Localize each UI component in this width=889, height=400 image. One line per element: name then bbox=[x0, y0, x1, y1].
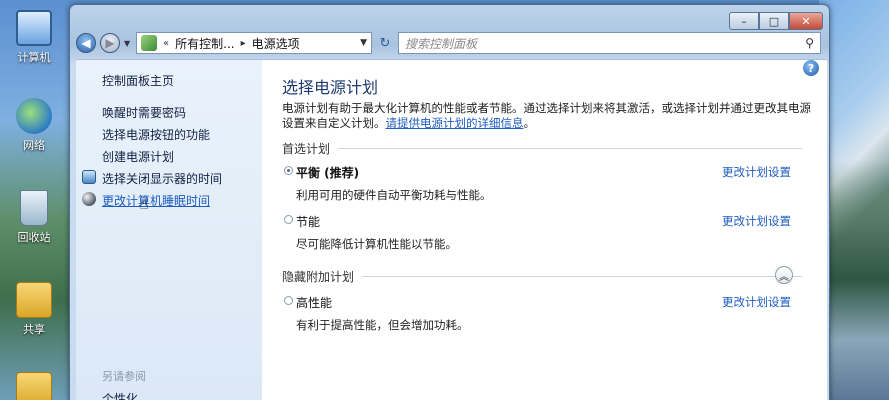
sidebar-item-sleep-time[interactable]: 更改计算机睡眠时间 bbox=[102, 192, 210, 209]
desktop-icon-label: 共享 bbox=[23, 323, 45, 336]
plan-high-performance: 高性能 有利于提高性能，但会增加功耗。 bbox=[284, 294, 469, 333]
collapse-button[interactable]: ︽ bbox=[775, 266, 793, 284]
desktop-icon-folder[interactable] bbox=[6, 372, 62, 400]
radio-high-performance[interactable] bbox=[284, 296, 293, 305]
page-description: 电源计划有助于最大化计算机的性能或者节能。通过选择计划来将其激活，或选择计划并通… bbox=[282, 101, 812, 131]
back-button[interactable]: ◀ bbox=[76, 33, 96, 53]
change-plan-settings-high-performance[interactable]: 更改计划设置 bbox=[722, 294, 791, 310]
history-dropdown-icon[interactable]: ▼ bbox=[124, 39, 132, 48]
description-end: 。 bbox=[523, 116, 536, 130]
sidebar-item-power-buttons[interactable]: 选择电源按钮的功能 bbox=[102, 126, 210, 143]
change-plan-settings-balanced[interactable]: 更改计划设置 bbox=[722, 164, 791, 180]
sidebar-item-personalization[interactable]: 个性化 bbox=[102, 390, 138, 400]
breadcrumb-overflow[interactable]: « bbox=[163, 38, 169, 49]
search-icon[interactable]: ⚲ bbox=[805, 36, 814, 50]
computer-icon bbox=[16, 10, 52, 46]
address-row: ◀ ▶ ▼ « 所有控制... ▸ 电源选项 ▼ ↻ 搜索控制面板 ⚲ bbox=[76, 31, 821, 55]
search-placeholder: 搜索控制面板 bbox=[405, 36, 478, 51]
radio-balanced[interactable] bbox=[284, 166, 293, 175]
breadcrumb-separator[interactable]: ▸ bbox=[241, 38, 246, 49]
plan-description: 利用可用的硬件自动平衡功耗与性能。 bbox=[296, 188, 492, 202]
plan-name[interactable]: 平衡 (推荐) bbox=[296, 164, 492, 181]
caption-buttons: – □ ✕ bbox=[729, 12, 823, 30]
hidden-plans-heading: 隐藏附加计划 bbox=[282, 268, 802, 285]
desktop-icon-label: 回收站 bbox=[17, 231, 51, 244]
radio-power-saver[interactable] bbox=[284, 215, 293, 224]
shared-folder-icon bbox=[16, 282, 52, 318]
folder-icon bbox=[16, 372, 52, 400]
desktop-icon-network[interactable]: 网络 bbox=[6, 98, 62, 153]
plan-info-link[interactable]: 请提供电源计划的详细信息 bbox=[386, 116, 524, 130]
sidebar-home-link[interactable]: 控制面板主页 bbox=[102, 72, 174, 89]
preferred-plans-label: 首选计划 bbox=[282, 142, 331, 156]
hand-cursor-icon: ☝ bbox=[139, 194, 149, 213]
page-title: 选择电源计划 bbox=[282, 78, 379, 97]
divider bbox=[362, 276, 802, 277]
network-icon bbox=[16, 98, 52, 134]
help-icon[interactable]: ? bbox=[803, 60, 819, 76]
plan-name[interactable]: 高性能 bbox=[296, 294, 469, 311]
control-panel-icon bbox=[141, 35, 157, 51]
change-plan-settings-power-saver[interactable]: 更改计划设置 bbox=[722, 213, 791, 229]
sidebar-item-display-off[interactable]: 选择关闭显示器的时间 bbox=[102, 170, 222, 187]
description-text: 电源计划有助于最大化计算机的性能或者节能。通过选择计划来将其激活，或选择计划并通… bbox=[282, 101, 811, 130]
sidebar: 控制面板主页 唤醒时需要密码 选择电源按钮的功能 创建电源计划 选择关闭显示器的… bbox=[76, 59, 262, 400]
forward-button[interactable]: ▶ bbox=[100, 33, 120, 53]
plan-description: 有利于提高性能，但会增加功耗。 bbox=[296, 318, 469, 332]
minimize-button[interactable]: – bbox=[729, 12, 759, 30]
sleep-icon bbox=[82, 192, 96, 206]
desktop-icon-shared[interactable]: 共享 bbox=[6, 282, 62, 337]
plan-description: 尽可能降低计算机性能以节能。 bbox=[296, 237, 457, 251]
divider bbox=[338, 148, 802, 149]
main-content: ? 选择电源计划 电源计划有助于最大化计算机的性能或者节能。通过选择计划来将其激… bbox=[262, 59, 827, 400]
breadcrumb-all-control[interactable]: 所有控制... bbox=[175, 35, 234, 52]
chevron-down-icon[interactable]: ▼ bbox=[360, 38, 367, 48]
desktop-icon-computer[interactable]: 计算机 bbox=[6, 10, 62, 65]
control-panel-window: – □ ✕ ◀ ▶ ▼ « 所有控制... ▸ 电源选项 ▼ ↻ 搜索控制面板 … bbox=[69, 4, 830, 400]
sidebar-item-require-password[interactable]: 唤醒时需要密码 bbox=[102, 104, 186, 121]
refresh-button[interactable]: ↻ bbox=[376, 32, 394, 54]
see-also-heading: 另请参阅 bbox=[102, 370, 146, 383]
plan-power-saver: 节能 尽可能降低计算机性能以节能。 bbox=[284, 213, 457, 252]
desktop-icon-label: 网络 bbox=[23, 139, 45, 152]
desktop-icon-label: 计算机 bbox=[17, 51, 51, 64]
close-button[interactable]: ✕ bbox=[789, 12, 823, 30]
recycle-bin-icon bbox=[20, 190, 48, 226]
search-input[interactable]: 搜索控制面板 ⚲ bbox=[398, 32, 821, 54]
hidden-plans-label: 隐藏附加计划 bbox=[282, 270, 355, 284]
preferred-plans-heading: 首选计划 bbox=[282, 140, 802, 157]
sidebar-item-create-plan[interactable]: 创建电源计划 bbox=[102, 148, 174, 165]
maximize-button[interactable]: □ bbox=[759, 12, 789, 30]
breadcrumb-power-options[interactable]: 电源选项 bbox=[252, 35, 300, 52]
plan-name[interactable]: 节能 bbox=[296, 213, 457, 230]
plan-balanced: 平衡 (推荐) 利用可用的硬件自动平衡功耗与性能。 bbox=[284, 164, 492, 203]
monitor-icon bbox=[82, 170, 96, 184]
desktop-icon-recycle-bin[interactable]: 回收站 bbox=[6, 190, 62, 245]
address-bar[interactable]: « 所有控制... ▸ 电源选项 ▼ bbox=[136, 32, 372, 54]
